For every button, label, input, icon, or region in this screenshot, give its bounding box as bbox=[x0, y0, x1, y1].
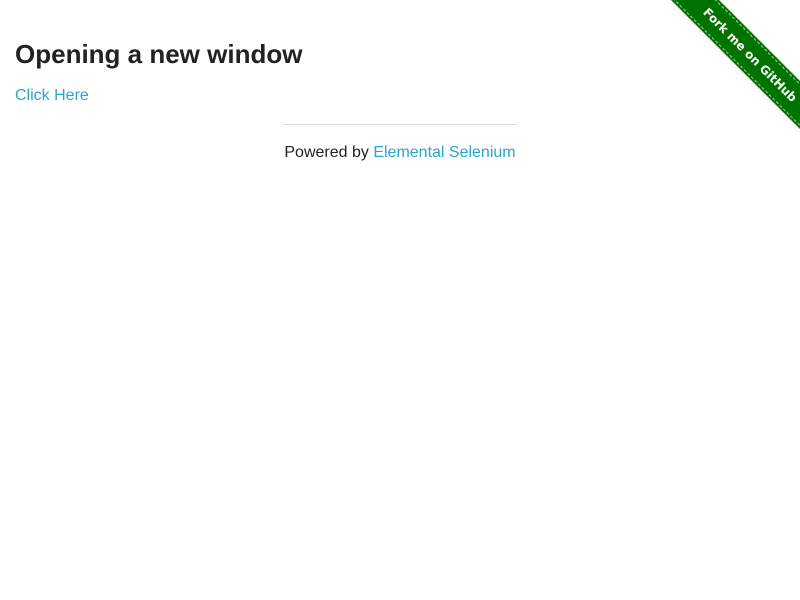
page-title: Opening a new window bbox=[15, 39, 303, 69]
github-ribbon-container: Fork me on GitHub bbox=[650, 0, 800, 150]
page-footer: Powered by Elemental Selenium bbox=[282, 124, 518, 163]
elemental-selenium-link[interactable]: Elemental Selenium bbox=[373, 144, 515, 161]
fork-me-on-github-ribbon[interactable]: Fork me on GitHub bbox=[661, 0, 800, 144]
click-here-link[interactable]: Click Here bbox=[15, 86, 89, 106]
powered-by-text: Powered by bbox=[284, 144, 374, 161]
page: Opening a new window Click Here Powered … bbox=[0, 0, 800, 600]
